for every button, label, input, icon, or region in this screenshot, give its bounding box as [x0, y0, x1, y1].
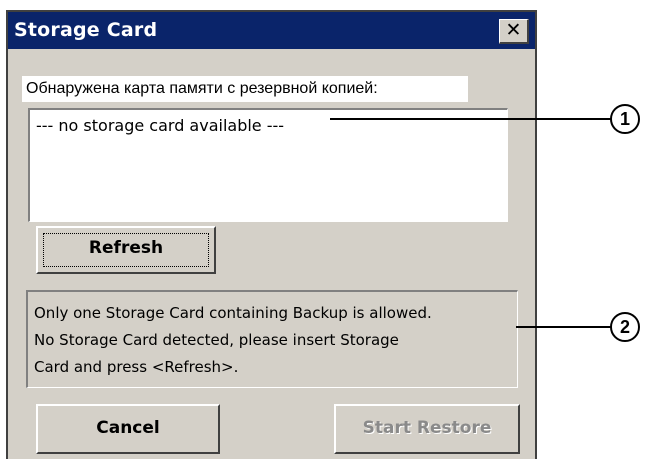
detected-card-label: Обнаружена карта памяти с резервной копи…: [22, 76, 468, 102]
info-line-2: No Storage Card detected, please insert …: [34, 331, 399, 349]
storage-card-listbox[interactable]: --- no storage card available ---: [28, 108, 508, 222]
start-restore-button[interactable]: Start Restore: [334, 404, 520, 454]
cancel-button[interactable]: Cancel: [36, 404, 220, 454]
callout-1-line: [330, 118, 612, 120]
refresh-button-label: Refresh: [88, 238, 164, 258]
callout-2-marker: 2: [610, 312, 640, 342]
storage-card-dialog: Storage Card ✕ Обнаружена карта памяти с…: [6, 10, 537, 459]
close-icon: ✕: [505, 19, 522, 41]
title-bar: Storage Card ✕: [8, 12, 535, 49]
close-button[interactable]: ✕: [499, 19, 529, 44]
refresh-button[interactable]: Refresh: [36, 226, 216, 274]
dialog-title: Storage Card: [14, 19, 158, 41]
info-line-1: Only one Storage Card containing Backup …: [34, 304, 432, 322]
info-line-3: Card and press <Refresh>.: [34, 358, 239, 376]
info-message-box: Only one Storage Card containing Backup …: [26, 290, 518, 388]
start-restore-button-label: Start Restore: [362, 418, 492, 438]
cancel-button-label: Cancel: [96, 418, 160, 438]
list-item[interactable]: --- no storage card available ---: [36, 116, 284, 135]
callout-1-marker: 1: [610, 104, 640, 134]
callout-2-line: [516, 326, 612, 328]
